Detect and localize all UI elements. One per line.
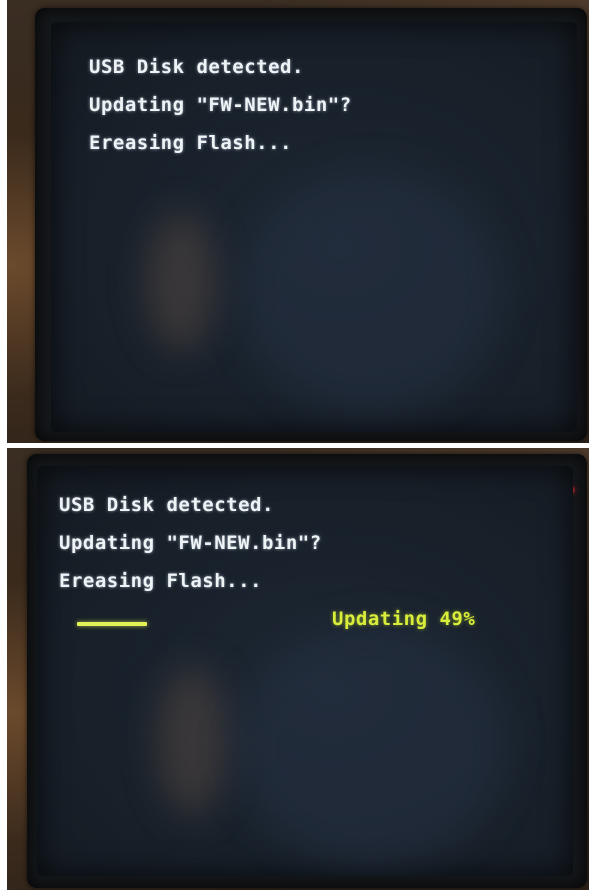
- screen-reflection: [146, 212, 216, 352]
- screen-reflection-dark: [241, 172, 501, 412]
- console-line-updating-file: Updating "FW-NEW.bin"?: [59, 532, 322, 554]
- photo-bottom: USB Disk detected. Updating "FW-NEW.bin"…: [7, 448, 589, 890]
- display-screen: USB Disk detected. Updating "FW-NEW.bin"…: [51, 22, 577, 432]
- console-line-updating-file: Updating "FW-NEW.bin"?: [89, 94, 352, 116]
- screen-reflection: [157, 666, 227, 816]
- console-line-erasing-flash: Ereasing Flash...: [59, 570, 262, 592]
- progress-label: Updating 49%: [332, 608, 476, 630]
- progress-bar: [77, 622, 573, 626]
- console-line-erasing-flash: Ereasing Flash...: [89, 132, 292, 154]
- screen-reflection-dark: [237, 626, 507, 866]
- photo-top: USB Disk detected. Updating "FW-NEW.bin"…: [7, 0, 589, 443]
- console-line-usb-detected: USB Disk detected.: [89, 56, 304, 78]
- progress-bar-fill: [77, 622, 147, 626]
- display-screen: USB Disk detected. Updating "FW-NEW.bin"…: [37, 466, 573, 876]
- console-line-usb-detected: USB Disk detected.: [59, 494, 274, 516]
